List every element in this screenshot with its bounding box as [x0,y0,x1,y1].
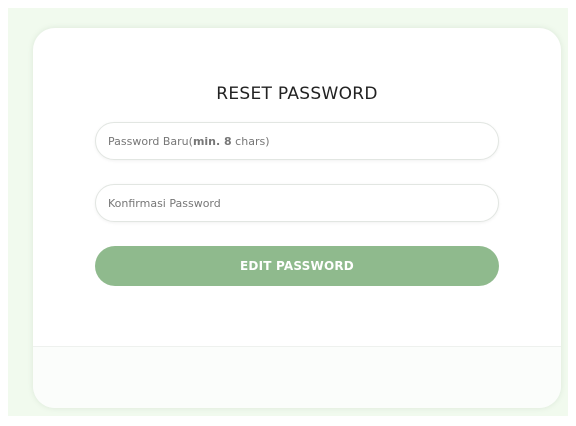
reset-password-card: RESET PASSWORD Password Baru(min. 8 char… [33,28,561,408]
new-password-placeholder-min: min. 8 [192,134,232,148]
new-password-placeholder-prefix: Password Baru( [108,134,193,148]
edit-password-button-label: EDIT PASSWORD [240,259,354,273]
new-password-placeholder-suffix: chars) [231,134,270,148]
edit-password-button[interactable]: EDIT PASSWORD [95,246,499,286]
page-title: RESET PASSWORD [216,84,378,104]
page-background: RESET PASSWORD Password Baru(min. 8 char… [8,8,568,416]
card-footer [33,346,561,408]
confirm-password-field[interactable]: Konfirmasi Password [95,184,499,222]
new-password-placeholder: Password Baru(min. 8 chars) [108,135,270,148]
confirm-password-placeholder: Konfirmasi Password [108,196,221,210]
new-password-field[interactable]: Password Baru(min. 8 chars) [95,122,499,160]
